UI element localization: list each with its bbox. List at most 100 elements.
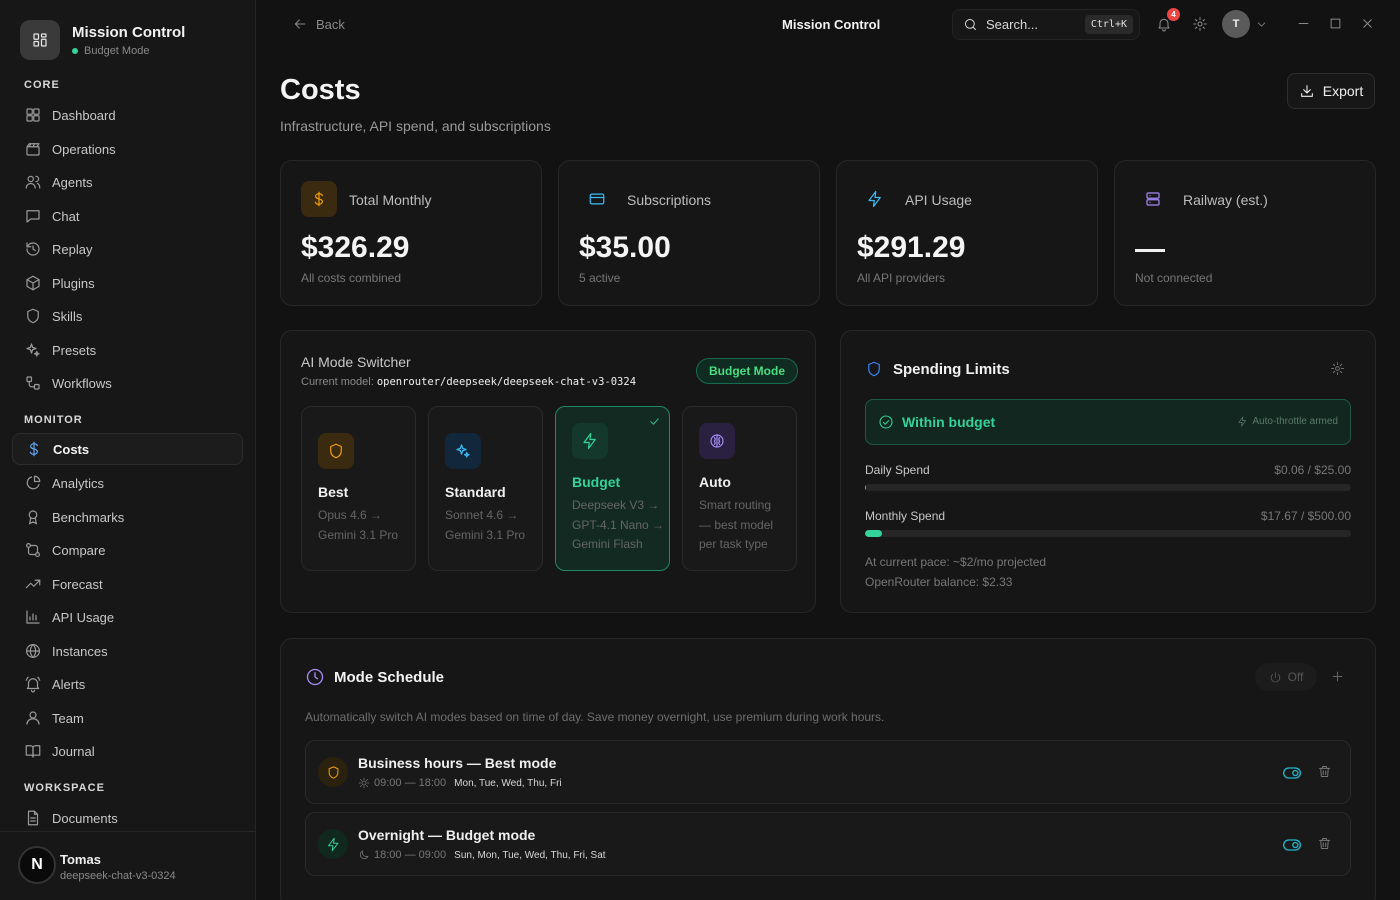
sidebar-item-label: Presets bbox=[52, 342, 97, 358]
monthly-spend-label: Monthly Spend bbox=[865, 509, 946, 523]
sidebar-item-analytics[interactable]: Analytics bbox=[12, 467, 243, 499]
sidebar-item-label: Instances bbox=[52, 643, 108, 659]
budget-status-banner: Within budget Auto-throttle armed bbox=[865, 399, 1351, 445]
sidebar-item-documents[interactable]: Documents bbox=[12, 802, 243, 834]
schedule-enable-toggle[interactable] bbox=[1282, 763, 1302, 783]
globe-icon bbox=[26, 644, 40, 658]
award-icon bbox=[28, 510, 38, 525]
page-title: Costs bbox=[280, 74, 361, 106]
package-icon bbox=[26, 275, 40, 291]
sidebar-item-dashboard[interactable]: Dashboard bbox=[12, 99, 243, 131]
schedule-description: Automatically switch AI modes based on t… bbox=[305, 710, 885, 724]
shield-icon bbox=[318, 757, 348, 787]
mode-card-auto[interactable]: Auto Smart routing — best model per task… bbox=[682, 406, 797, 571]
workflow-icon bbox=[26, 376, 40, 390]
add-schedule-button[interactable] bbox=[1330, 669, 1345, 684]
shield-icon bbox=[27, 308, 39, 324]
stat-label: Railway (est.) bbox=[1183, 192, 1268, 208]
export-button[interactable]: Export bbox=[1287, 73, 1375, 109]
maximize-icon bbox=[1330, 18, 1341, 29]
schedule-row[interactable]: Overnight — Budget mode 18:00 — 09:00 Su… bbox=[305, 812, 1351, 876]
sidebar-item-journal[interactable]: Journal bbox=[12, 735, 243, 767]
sidebar-item-alerts[interactable]: Alerts bbox=[12, 668, 243, 700]
sidebar-item-benchmarks[interactable]: Benchmarks bbox=[12, 501, 243, 533]
user-profile[interactable]: N Tomas deepseek-chat-v3-0324 bbox=[0, 831, 255, 900]
stat-card-subscriptions: Subscriptions $35.00 5 active bbox=[558, 160, 820, 306]
ai-mode-switcher: AI Mode Switcher Current model: openrout… bbox=[280, 330, 816, 613]
download-icon bbox=[1300, 85, 1313, 97]
window-title: Mission Control bbox=[782, 17, 881, 32]
check-circle-icon bbox=[878, 414, 894, 430]
mode-desc: Smart routing — best model per task type bbox=[699, 498, 774, 551]
mode-card-standard[interactable]: Standard Sonnet 4.6 → Gemini 3.1 Pro bbox=[428, 406, 543, 571]
close-icon bbox=[1363, 19, 1372, 28]
sidebar-item-label: Operations bbox=[52, 141, 116, 157]
daily-spend-value: $0.06 / $25.00 bbox=[1274, 463, 1351, 477]
schedule-row[interactable]: Business hours — Best mode 09:00 — 18:00… bbox=[305, 740, 1351, 804]
current-model-label: Current model: bbox=[301, 376, 374, 388]
schedule-enable-toggle[interactable] bbox=[1282, 835, 1302, 855]
mode-name: Budget bbox=[572, 474, 621, 490]
schedule-toggle-button[interactable]: Off bbox=[1255, 663, 1317, 691]
search-input[interactable]: Search... Ctrl+K bbox=[952, 9, 1140, 40]
mode-card-budget[interactable]: Budget Deepseek V3 → GPT-4.1 Nano → Gemi… bbox=[555, 406, 670, 571]
shield-icon bbox=[318, 433, 354, 469]
stat-empty-dash bbox=[1135, 249, 1165, 252]
book-open-icon bbox=[25, 745, 41, 758]
brand-title: Mission Control bbox=[72, 23, 186, 41]
close-button[interactable] bbox=[1360, 16, 1375, 31]
nav-section-monitor: MONITOR bbox=[24, 414, 83, 426]
sidebar-item-label: Skills bbox=[52, 308, 83, 324]
user-avatar-button[interactable]: T bbox=[1222, 10, 1250, 38]
search-placeholder: Search... bbox=[986, 17, 1039, 32]
sidebar-item-replay[interactable]: Replay bbox=[12, 233, 243, 265]
sidebar-item-forecast[interactable]: Forecast bbox=[12, 568, 243, 600]
monthly-spend-bar bbox=[865, 530, 1351, 537]
power-icon bbox=[1270, 671, 1280, 682]
sidebar-item-compare[interactable]: Compare bbox=[12, 534, 243, 566]
sidebar-item-skills[interactable]: Skills bbox=[12, 300, 243, 332]
budget-status-text: Within budget bbox=[902, 414, 996, 430]
sidebar-item-label: Workflows bbox=[52, 375, 112, 391]
mode-desc: Sonnet 4.6 → Gemini 3.1 Pro bbox=[445, 508, 526, 542]
delete-schedule-button[interactable] bbox=[1317, 764, 1332, 779]
stat-label: API Usage bbox=[905, 192, 972, 208]
back-button[interactable]: Back bbox=[292, 16, 345, 32]
credit-card-icon bbox=[579, 181, 615, 217]
sun-icon bbox=[358, 777, 370, 789]
avatar: N bbox=[18, 846, 56, 884]
spending-title: Spending Limits bbox=[893, 361, 1010, 378]
clapperboard-icon bbox=[26, 143, 40, 156]
sidebar-item-agents[interactable]: Agents bbox=[12, 166, 243, 198]
sidebar-item-presets[interactable]: Presets bbox=[12, 334, 243, 366]
sidebar-item-workflows[interactable]: Workflows bbox=[12, 367, 243, 399]
spending-settings-button[interactable] bbox=[1330, 361, 1345, 376]
schedule-time: 18:00 — 09:00 bbox=[374, 849, 447, 861]
stat-value: $35.00 bbox=[579, 231, 671, 264]
sidebar-item-instances[interactable]: Instances bbox=[12, 635, 243, 667]
bar-chart-icon bbox=[26, 610, 40, 624]
mode-name: Best bbox=[318, 484, 349, 500]
sidebar-item-plugins[interactable]: Plugins bbox=[12, 267, 243, 299]
brand[interactable]: Mission Control Budget Mode bbox=[20, 20, 185, 60]
stat-card-total-monthly: Total Monthly $326.29 All costs combined bbox=[280, 160, 542, 306]
stat-note: Not connected bbox=[1135, 271, 1213, 285]
settings-button[interactable] bbox=[1192, 16, 1208, 32]
stat-value: $291.29 bbox=[857, 231, 966, 264]
toggle-icon bbox=[1283, 839, 1301, 851]
sidebar-item-operations[interactable]: Operations bbox=[12, 133, 243, 165]
sidebar-item-api-usage[interactable]: API Usage bbox=[12, 601, 243, 633]
stat-note: All costs combined bbox=[301, 271, 402, 285]
delete-schedule-button[interactable] bbox=[1317, 836, 1332, 851]
sidebar-item-chat[interactable]: Chat bbox=[12, 200, 243, 232]
maximize-button[interactable] bbox=[1328, 16, 1343, 31]
mode-card-best[interactable]: Best Opus 4.6 → Gemini 3.1 Pro bbox=[301, 406, 416, 571]
minimize-button[interactable] bbox=[1296, 16, 1311, 31]
sidebar-item-team[interactable]: Team bbox=[12, 702, 243, 734]
account-menu-button[interactable] bbox=[1255, 18, 1268, 31]
sparkles-icon bbox=[26, 343, 40, 357]
trending-up-icon bbox=[25, 579, 41, 589]
gear-icon bbox=[1193, 17, 1207, 31]
sidebar-item-costs[interactable]: Costs bbox=[12, 433, 243, 465]
nav-section-workspace: WORKSPACE bbox=[24, 782, 105, 794]
